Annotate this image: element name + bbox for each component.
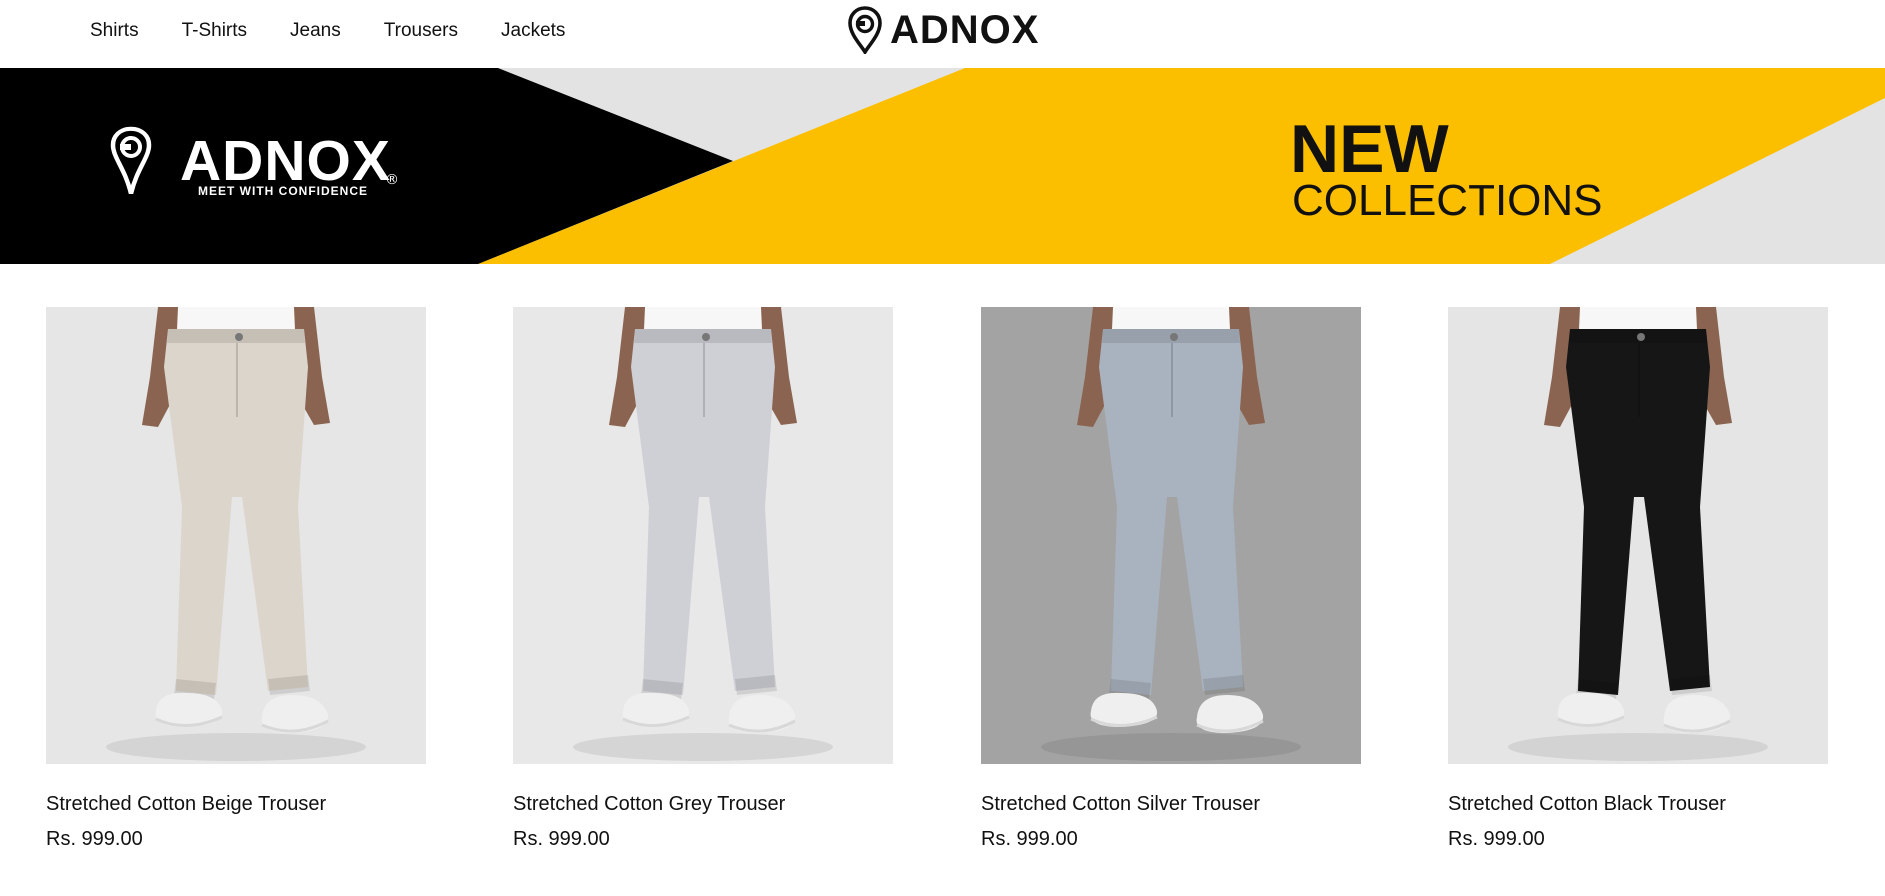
product-title[interactable]: Stretched Cotton Black Trouser bbox=[1448, 792, 1828, 816]
nav-item-shirts[interactable]: Shirts bbox=[90, 20, 139, 42]
product-card[interactable]: Stretched Cotton Grey Trouser Rs. 999.00 bbox=[513, 307, 893, 851]
product-price: Rs. 999.00 bbox=[1448, 828, 1545, 850]
brand-logo[interactable]: ADNOX bbox=[848, 6, 1039, 54]
product-image[interactable] bbox=[981, 307, 1361, 764]
site-header: Shirts T-Shirts Jeans Trousers Jackets A… bbox=[0, 0, 1885, 68]
banner-registered-mark: ® bbox=[385, 172, 399, 188]
product-title[interactable]: Stretched Cotton Beige Trouser bbox=[46, 792, 426, 816]
product-card[interactable]: Stretched Cotton Black Trouser Rs. 999.0… bbox=[1448, 307, 1828, 851]
nav-item-jeans[interactable]: Jeans bbox=[290, 20, 341, 42]
nav-item-jackets[interactable]: Jackets bbox=[501, 20, 565, 42]
product-price: Rs. 999.00 bbox=[46, 828, 143, 850]
product-title[interactable]: Stretched Cotton Grey Trouser bbox=[513, 792, 893, 816]
product-image[interactable] bbox=[1448, 307, 1828, 764]
product-card[interactable]: Stretched Cotton Beige Trouser Rs. 999.0… bbox=[46, 307, 426, 851]
location-pin-logo-icon bbox=[848, 6, 882, 54]
product-image[interactable] bbox=[46, 307, 426, 764]
hero-banner[interactable]: ADNOX ® MEET WITH CONFIDENCE NEW COLLECT… bbox=[0, 68, 1885, 264]
product-card[interactable]: Stretched Cotton Silver Trouser Rs. 999.… bbox=[981, 307, 1361, 851]
main-nav: Shirts T-Shirts Jeans Trousers Jackets bbox=[90, 0, 565, 62]
product-price: Rs. 999.00 bbox=[513, 828, 610, 850]
banner-subheadline: COLLECTIONS bbox=[1292, 176, 1603, 225]
nav-item-trousers[interactable]: Trousers bbox=[384, 20, 458, 42]
product-image[interactable] bbox=[513, 307, 893, 764]
nav-item-t-shirts[interactable]: T-Shirts bbox=[182, 20, 247, 42]
brand-name: ADNOX bbox=[890, 8, 1040, 52]
product-title[interactable]: Stretched Cotton Silver Trouser bbox=[981, 792, 1361, 816]
banner-tagline: MEET WITH CONFIDENCE bbox=[198, 184, 368, 198]
product-price: Rs. 999.00 bbox=[981, 828, 1078, 850]
